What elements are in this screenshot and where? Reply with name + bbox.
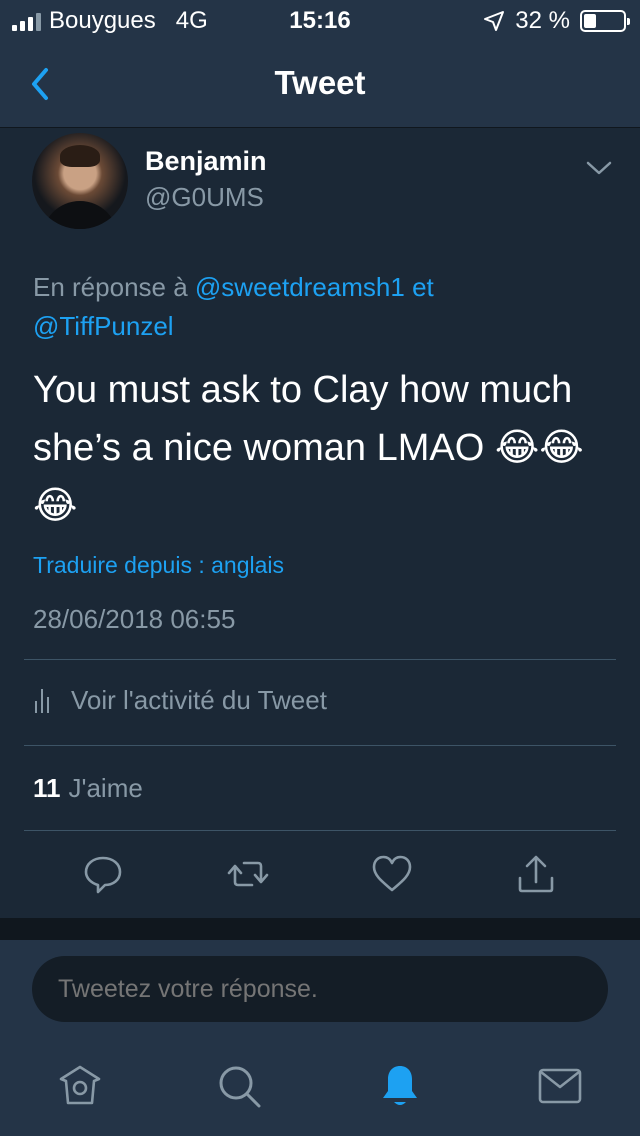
home-icon[interactable] <box>56 1062 104 1110</box>
tweet-activity-link[interactable]: Voir l'activité du Tweet <box>35 685 327 716</box>
tab-bar <box>0 1032 640 1136</box>
tweet-actions <box>0 848 640 908</box>
tweet-timestamp: 28/06/2018 06:55 <box>33 604 236 634</box>
avatar-hair <box>60 145 100 167</box>
battery-icon <box>580 10 630 32</box>
chevron-down-icon[interactable] <box>585 158 613 178</box>
section-gap <box>0 918 640 940</box>
messages-icon[interactable] <box>536 1062 584 1110</box>
likes-label: J'aime <box>68 773 143 803</box>
reply-icon[interactable] <box>81 852 125 896</box>
author-name[interactable]: Benjamin <box>145 146 267 177</box>
divider <box>24 745 616 746</box>
like-icon[interactable] <box>370 852 414 896</box>
search-icon[interactable] <box>215 1062 263 1110</box>
divider <box>24 830 616 831</box>
status-right: 32 % <box>483 7 630 35</box>
page-title: Tweet <box>274 64 366 101</box>
reply-conjunction: et <box>412 272 434 302</box>
reply-bar <box>0 940 640 1032</box>
avatar[interactable] <box>32 133 128 229</box>
avatar-shoulders <box>42 201 118 229</box>
reply-prefix: En réponse à <box>33 272 188 302</box>
reply-user-link[interactable]: @sweetdreamsh1 <box>195 272 405 302</box>
activity-label: Voir l'activité du Tweet <box>71 685 327 715</box>
reply-context: En réponse à @sweetdreamsh1 et @TiffPunz… <box>33 268 593 346</box>
analytics-icon <box>35 688 49 713</box>
author-handle[interactable]: @G0UMS <box>145 182 264 213</box>
tweet-detail: Benjamin @G0UMS En réponse à @sweetdream… <box>0 128 640 918</box>
location-icon <box>484 11 505 31</box>
translate-link[interactable]: Traduire depuis : anglais <box>33 552 284 579</box>
divider <box>24 659 616 660</box>
status-bar: Bouygues 4G 15:16 32 % <box>0 0 640 40</box>
reply-user-link[interactable]: @TiffPunzel <box>33 311 174 341</box>
likes-count: 11 <box>33 773 61 803</box>
battery-percent: 32 % <box>515 7 570 34</box>
likes-link[interactable]: 11 J'aime <box>33 773 143 804</box>
tweet-text: You must ask to Clay how much she’s a ni… <box>33 369 584 527</box>
battery-fill <box>584 14 596 28</box>
reply-input[interactable] <box>32 956 608 1022</box>
notifications-icon[interactable] <box>376 1062 424 1110</box>
retweet-icon[interactable] <box>226 852 270 896</box>
share-icon[interactable] <box>514 852 558 896</box>
navigation-bar: Tweet <box>0 40 640 128</box>
